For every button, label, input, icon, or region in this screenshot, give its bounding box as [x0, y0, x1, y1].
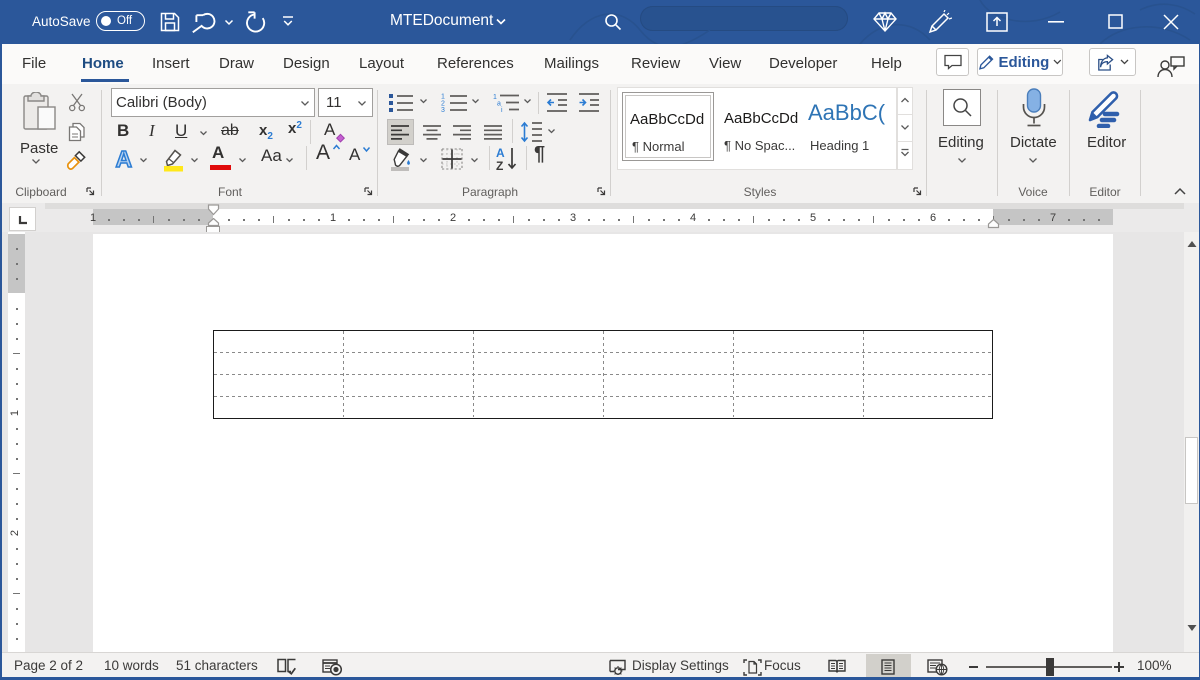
svg-text:A: A — [116, 147, 133, 171]
svg-text:i: i — [501, 107, 503, 112]
svg-text:1: 1 — [441, 94, 445, 101]
svg-text:Z: Z — [496, 159, 503, 172]
svg-text:A: A — [496, 146, 505, 160]
svg-text:3: 3 — [441, 107, 445, 112]
